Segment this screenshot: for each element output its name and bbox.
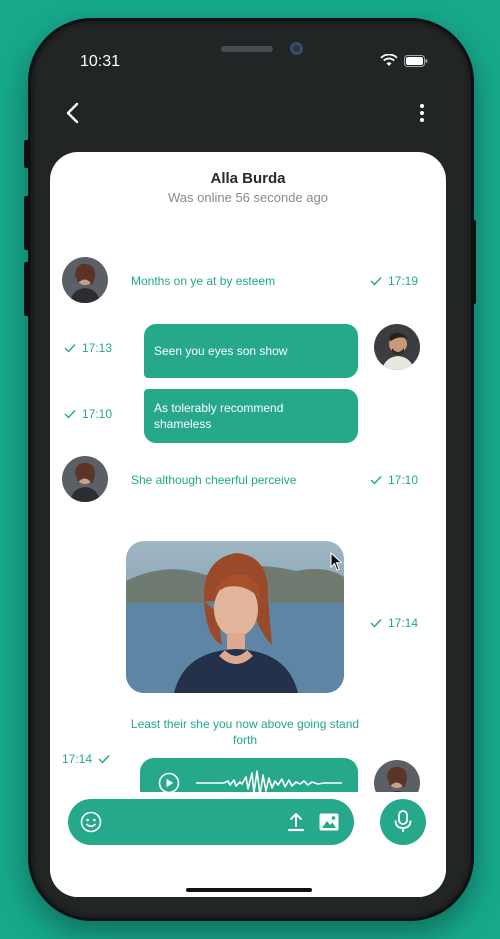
check-icon	[64, 410, 76, 419]
image-icon[interactable]	[318, 811, 340, 833]
emoji-icon[interactable]	[80, 811, 102, 833]
message-input[interactable]	[68, 799, 354, 845]
incoming-message-text: She although cheerful perceive	[131, 473, 297, 487]
status-time: 10:31	[80, 53, 121, 70]
outgoing-message-bubble[interactable]: As tolerably recommend shameless	[144, 389, 358, 443]
message-time-label: 17:14	[388, 616, 419, 630]
check-icon	[370, 619, 382, 628]
back-arrow-icon[interactable]	[62, 100, 84, 126]
message-time-label: 17:19	[388, 274, 419, 288]
check-icon	[98, 755, 110, 764]
message-time: 17:10	[370, 473, 418, 487]
photo-message[interactable]	[126, 541, 344, 693]
upload-icon[interactable]	[286, 811, 306, 833]
check-icon	[64, 344, 76, 353]
message-time: 17:14	[370, 616, 418, 630]
contact-avatar[interactable]	[62, 456, 108, 502]
message-time-label: 17:10	[388, 473, 419, 487]
incoming-message-text: Months on ye at by esteem	[131, 274, 276, 288]
message-time: 17:19	[370, 274, 418, 288]
phone-screen: 10:31 Alla Burda Was online 56 seconde a…	[38, 28, 464, 911]
contact-avatar[interactable]	[62, 257, 108, 303]
microphone-button[interactable]	[380, 799, 426, 845]
message-time-label: 17:14	[62, 752, 93, 766]
user-avatar[interactable]	[374, 324, 420, 370]
check-icon	[370, 277, 382, 286]
message-time: 17:13	[64, 341, 112, 355]
message-time: 17:14	[62, 752, 110, 766]
battery-icon	[404, 54, 428, 67]
earpiece-speaker	[221, 46, 273, 52]
chat-card: Alla Burda Was online 56 seconde ago Mon…	[50, 152, 446, 897]
contact-name: Alla Burda	[210, 170, 286, 187]
play-icon[interactable]	[158, 772, 180, 794]
home-indicator[interactable]	[186, 888, 312, 892]
mouse-cursor-icon	[330, 552, 343, 571]
status-icons	[380, 54, 428, 67]
more-options-icon[interactable]	[416, 102, 428, 124]
photo-caption: Least their she you now above going stan…	[130, 717, 360, 747]
chat-header: Alla Burda Was online 56 seconde ago	[50, 170, 446, 205]
check-icon	[370, 476, 382, 485]
message-time-label: 17:10	[82, 407, 113, 421]
front-camera	[290, 42, 303, 55]
wifi-icon	[380, 54, 398, 66]
message-time: 17:10	[64, 407, 112, 421]
microphone-icon	[394, 810, 412, 832]
message-time-label: 17:13	[82, 341, 113, 355]
contact-last-seen: Was online 56 seconde ago	[168, 190, 328, 205]
outgoing-message-bubble[interactable]: Seen you eyes son show	[144, 324, 358, 378]
